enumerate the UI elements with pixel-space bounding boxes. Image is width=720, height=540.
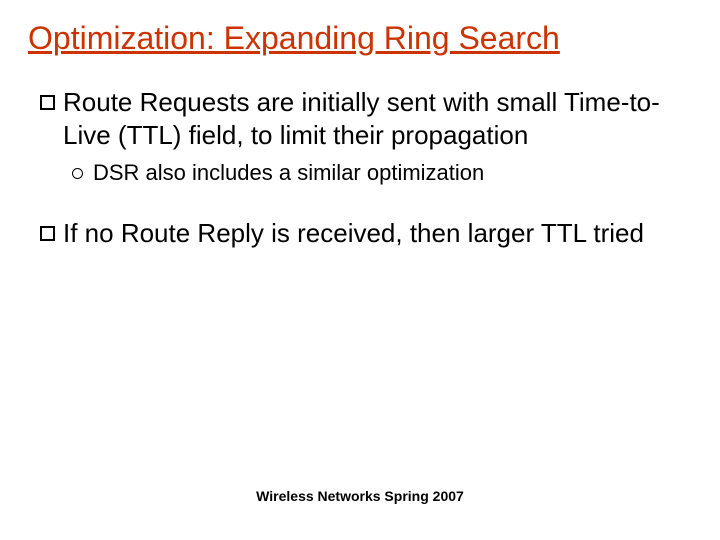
bullet-item: Route Requests are initially sent with s… (40, 86, 692, 153)
bullet-item: If no Route Reply is received, then larg… (40, 217, 692, 250)
slide-body: Route Requests are initially sent with s… (28, 86, 692, 250)
bullet-text: Route Requests are initially sent with s… (63, 86, 692, 153)
sub-bullet-text: DSR also includes a similar optimization (93, 159, 692, 188)
square-bullet-icon (40, 226, 55, 241)
bullet-text: If no Route Reply is received, then larg… (63, 217, 692, 250)
circle-bullet-icon (72, 168, 83, 179)
square-bullet-icon (40, 95, 55, 110)
sub-bullet-item: DSR also includes a similar optimization (72, 159, 692, 188)
slide-title: Optimization: Expanding Ring Search (28, 18, 692, 58)
slide-footer: Wireless Networks Spring 2007 (0, 488, 720, 504)
slide: Optimization: Expanding Ring Search Rout… (0, 0, 720, 540)
